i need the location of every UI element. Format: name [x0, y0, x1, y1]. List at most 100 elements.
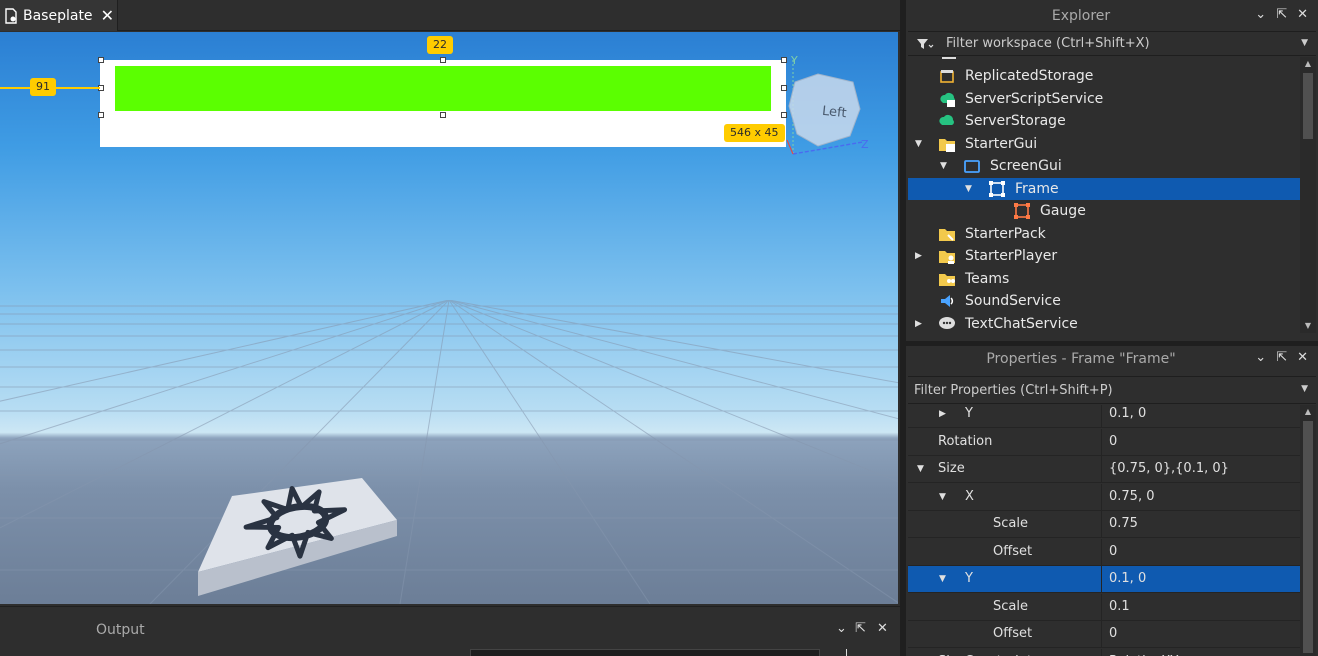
tree-item-label: ServerStorage — [965, 113, 1066, 129]
properties-filter-caret-icon[interactable]: ▼ — [1301, 384, 1308, 394]
tree-item-gauge[interactable]: Gauge — [908, 200, 1300, 222]
property-row-scale[interactable]: Scale 0.1 — [908, 593, 1300, 621]
scroll-up-icon[interactable]: ▲ — [1300, 57, 1316, 71]
property-row-rotation[interactable]: Rotation 0 — [908, 428, 1300, 456]
tab-baseplate[interactable]: Baseplate ✕ — [0, 0, 118, 31]
left-distance-badge: 91 — [30, 78, 56, 96]
column-separator — [1101, 483, 1102, 511]
resize-handle-tl[interactable] — [98, 57, 104, 63]
output-undock-icon[interactable]: ⇱ — [855, 621, 866, 636]
property-value[interactable]: 0.1, 0 — [1109, 406, 1146, 421]
properties-scrollbar[interactable]: ▲ — [1300, 405, 1316, 656]
property-row-x[interactable]: ▼ X 0.75, 0 — [908, 483, 1300, 511]
properties-filter[interactable]: Filter Properties (Ctrl+Shift+P) ▼ — [908, 376, 1316, 404]
explorer-filter-placeholder: Filter workspace (Ctrl+Shift+X) — [946, 36, 1150, 51]
output-filter-field[interactable] — [470, 649, 820, 656]
property-value[interactable]: 0.1 — [1109, 599, 1130, 614]
column-separator — [1101, 648, 1102, 656]
property-row-sizeconstraint[interactable]: SizeConstraintRelativeXY — [908, 648, 1300, 656]
properties-dropdown-icon[interactable]: ⌄ — [1255, 351, 1266, 365]
collapsed-arrow-icon[interactable]: ▶ — [915, 251, 925, 261]
expanded-arrow-icon[interactable]: ▼ — [939, 492, 946, 502]
frame-icon — [989, 180, 1005, 197]
property-value[interactable]: 0 — [1109, 544, 1117, 559]
output-dropdown-icon[interactable]: ⌄ — [836, 621, 847, 636]
spawn-location[interactable] — [198, 478, 397, 596]
tree-item-starterpack[interactable]: StarterPack — [908, 223, 1300, 245]
properties-scroll-up-icon[interactable]: ▲ — [1300, 405, 1316, 419]
collapsed-arrow-icon[interactable]: ▶ — [915, 319, 925, 329]
expanded-arrow-icon[interactable]: ▼ — [940, 161, 950, 171]
property-value[interactable]: {0.75, 0},{0.1, 0} — [1109, 461, 1229, 476]
properties-title-controls: ⌄ ⇱ ✕ — [1255, 351, 1308, 365]
explorer-filter-caret-icon[interactable]: ▼ — [1301, 38, 1308, 48]
expanded-arrow-icon[interactable]: ▼ — [965, 184, 975, 194]
property-value[interactable]: 0 — [1109, 626, 1117, 641]
explorer-undock-icon[interactable]: ⇱ — [1276, 8, 1287, 22]
property-value[interactable]: 0.75 — [1109, 516, 1138, 531]
tree-item-label: Gauge — [1040, 203, 1086, 219]
axis-z-label: Z — [861, 138, 869, 151]
resize-handle-bl[interactable] — [98, 112, 104, 118]
property-row-offset[interactable]: Offset 0 — [908, 538, 1300, 566]
tree-item-replicatedstorage[interactable]: ReplicatedStorage — [908, 65, 1300, 87]
explorer-dropdown-icon[interactable]: ⌄ — [1255, 8, 1266, 22]
axis-y-label: Y — [791, 54, 798, 67]
tree-item-serverstorage[interactable]: ServerStorage — [908, 110, 1300, 132]
explorer-close-icon[interactable]: ✕ — [1297, 8, 1308, 22]
tree-item-label: StarterPack — [965, 225, 1046, 242]
column-separator — [1101, 621, 1102, 648]
explorer-scrollbar[interactable]: ▲ ▼ — [1300, 57, 1316, 333]
tree-item-label: ReplicatedStorage — [965, 68, 1094, 84]
viewport-3d[interactable]: 22 91 546 x 45 Left Y Z — [0, 32, 898, 604]
properties-undock-icon[interactable]: ⇱ — [1276, 351, 1287, 365]
property-value[interactable]: 0 — [1109, 434, 1117, 449]
tree-item-serverscriptservice[interactable]: ServerScriptService — [908, 88, 1300, 110]
properties-scroll-thumb[interactable] — [1303, 421, 1313, 653]
property-row-y[interactable]: ▶ Y 0.1, 0 — [908, 405, 1300, 428]
property-name: Rotation — [938, 433, 993, 449]
scroll-down-icon[interactable]: ▼ — [1300, 319, 1316, 333]
expanded-arrow-icon[interactable]: ▼ — [917, 464, 924, 474]
properties-filter-placeholder: Filter Properties (Ctrl+Shift+P) — [914, 383, 1113, 398]
replicated-storage-icon — [940, 70, 954, 83]
explorer-panel: Explorer ⌄ ⇱ ✕ Filter workspace (Ctrl+Sh… — [906, 0, 1318, 336]
tree-row-partial — [942, 57, 956, 59]
view-cube-label: Left — [821, 103, 848, 122]
starter-gui-icon — [939, 138, 955, 152]
property-row-offset[interactable]: Offset 0 — [908, 621, 1300, 648]
resize-handle-bm[interactable] — [440, 112, 446, 118]
expanded-arrow-icon[interactable]: ▼ — [915, 139, 925, 149]
resize-handle-tm[interactable] — [440, 57, 446, 63]
tree-item-teams[interactable]: Teams — [908, 268, 1300, 290]
property-name: Y — [965, 406, 973, 421]
explorer-tree: ReplicatedStorage ServerScriptService Serv… — [908, 57, 1300, 333]
property-value[interactable]: 0.75, 0 — [1109, 489, 1154, 504]
property-row-size[interactable]: ▼ Size {0.75, 0},{0.1, 0} — [908, 456, 1300, 483]
property-row-scale[interactable]: Scale 0.75 — [908, 511, 1300, 538]
gauge-gui-element[interactable] — [115, 66, 771, 111]
output-close-icon[interactable]: ✕ — [877, 621, 888, 636]
property-name: X — [965, 488, 974, 504]
top-distance-badge: 22 — [427, 36, 453, 54]
explorer-scroll-thumb[interactable] — [1303, 73, 1313, 139]
properties-close-icon[interactable]: ✕ — [1297, 351, 1308, 365]
tree-item-screengui[interactable]: ▼ ScreenGui — [908, 155, 1300, 177]
explorer-filter[interactable]: Filter workspace (Ctrl+Shift+X) ▼ — [908, 31, 1316, 56]
close-tab-icon[interactable]: ✕ — [101, 7, 114, 24]
property-name: Offset — [993, 626, 1033, 641]
tree-item-frame[interactable]: ▼ Frame — [908, 177, 1300, 200]
tree-item-label: Frame — [1015, 180, 1059, 197]
tree-item-starterplayer[interactable]: ▶ StarterPlayer — [908, 245, 1300, 267]
explorer-title: Explorer — [1051, 8, 1111, 24]
column-separator — [1101, 428, 1102, 456]
tree-item-startergui[interactable]: ▼ StarterGui — [908, 133, 1300, 155]
collapsed-arrow-icon[interactable]: ▶ — [939, 409, 946, 419]
expanded-arrow-icon[interactable]: ▼ — [939, 574, 946, 584]
properties-title: Properties - Frame "Frame" — [986, 351, 1176, 367]
property-row-y[interactable]: ▼ Y 0.1, 0 — [908, 566, 1300, 593]
tree-item-textchatservice[interactable]: ▶ TextChatService — [908, 313, 1300, 334]
starter-pack-icon — [939, 228, 955, 241]
property-value[interactable]: 0.1, 0 — [1109, 571, 1146, 586]
tree-item-soundservice[interactable]: SoundService — [908, 290, 1300, 312]
